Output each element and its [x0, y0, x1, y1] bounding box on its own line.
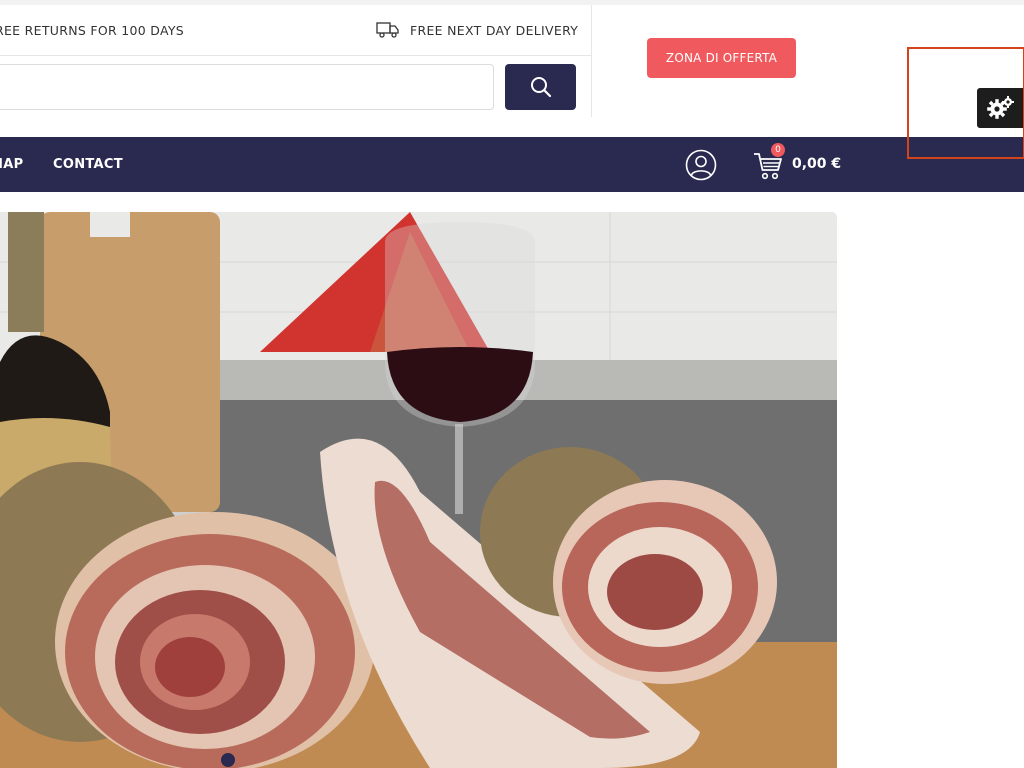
delivery-info: FREE NEXT DAY DELIVERY: [376, 21, 578, 39]
gears-icon: [986, 96, 1014, 119]
user-icon[interactable]: [685, 149, 717, 181]
main-navigation: MAP CONTACT 0,00 €: [0, 137, 1024, 192]
free-returns-text: REE RETURNS FOR 100 DAYS: [0, 23, 185, 38]
free-delivery-text: FREE NEXT DAY DELIVERY: [410, 22, 579, 38]
cart-total[interactable]: 0,00 €: [792, 156, 841, 172]
hero-slide-image[interactable]: [0, 212, 837, 768]
search-input[interactable]: [0, 64, 494, 110]
info-bar: REE RETURNS FOR 100 DAYS FREE NEXT DAY D…: [0, 5, 591, 56]
header-divider: [591, 5, 592, 117]
nav-item-sitemap[interactable]: MAP: [0, 157, 23, 172]
settings-panel-toggle[interactable]: [977, 88, 1024, 128]
nav-item-contact[interactable]: CONTACT: [53, 157, 123, 172]
slider-dot-active[interactable]: [221, 753, 235, 767]
truck-icon: [376, 22, 399, 38]
porchetta-photo: [0, 212, 837, 768]
offer-zone-button[interactable]: ZONA DI OFFERTA: [647, 38, 796, 78]
search-button[interactable]: [505, 64, 576, 110]
search-icon: [530, 77, 551, 98]
cart-count-badge: 0: [771, 143, 785, 157]
